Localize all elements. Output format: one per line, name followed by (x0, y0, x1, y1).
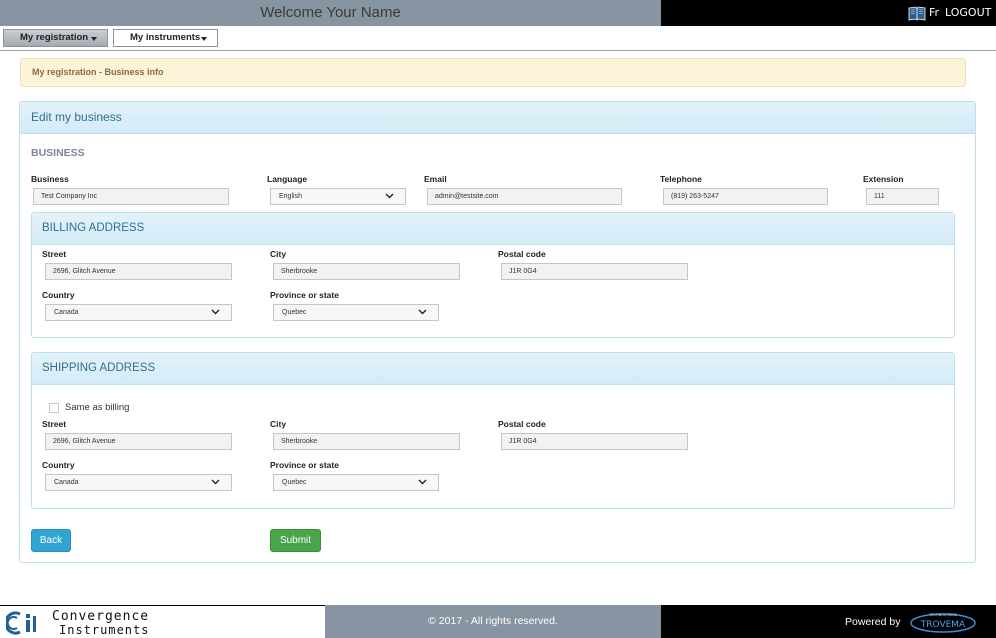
email-label: Email (424, 174, 447, 184)
business-label: Business (31, 174, 69, 184)
language-select[interactable]: English (270, 188, 406, 205)
chevron-down-icon (211, 479, 220, 485)
shipping-city-input[interactable]: Sherbrooke (273, 433, 460, 450)
breadcrumb: My registration - Business info (20, 58, 966, 87)
billing-street-label: Street (42, 249, 67, 259)
billing-city-label: City (270, 249, 287, 259)
section-title-business: BUSINESS (31, 147, 85, 159)
chevron-down-icon (418, 309, 427, 315)
language-label: Language (267, 174, 308, 184)
shipping-address-panel: SHIPPING ADDRESS Same as billing Street … (31, 352, 955, 509)
trovema-small-text: TECHNOLOGIES (928, 613, 957, 617)
billing-address-title: BILLING ADDRESS (32, 213, 954, 245)
shipping-address-title: SHIPPING ADDRESS (32, 353, 954, 385)
caret-down-icon (91, 37, 97, 41)
extension-input[interactable]: 111 (866, 188, 939, 205)
shipping-country-select[interactable]: Canada (45, 474, 232, 491)
chevron-down-icon (418, 479, 427, 485)
powered-by-label: Powered by (845, 616, 901, 628)
telephone-input[interactable]: (819) 263-5247 (663, 188, 828, 205)
language-select-value: English (279, 193, 302, 200)
menu-my-registration-label: My registration (20, 32, 89, 43)
billing-province-label: Province or state (270, 290, 339, 300)
same-as-billing-checkbox[interactable] (49, 403, 59, 413)
billing-province-value: Quebec (282, 309, 307, 316)
copyright-text: © 2017 - All rights reserved. (325, 605, 661, 638)
trovema-text: TROVEMA (920, 620, 966, 630)
welcome-text: Welcome Your Name (0, 0, 661, 26)
telephone-label: Telephone (660, 174, 702, 184)
billing-city-input[interactable]: Sherbrooke (273, 263, 460, 280)
brand-line-1: Convergence (52, 609, 150, 624)
edit-business-panel: Edit my business BUSINESS Business Test … (19, 101, 976, 563)
shipping-postal-input[interactable]: J1R 0G4 (501, 433, 688, 450)
language-toggle-link[interactable]: Fr (929, 6, 939, 19)
footer: Convergence Instruments © 2017 - All rig… (0, 605, 996, 638)
trovema-logo[interactable]: TECHNOLOGIES TROVEMA (909, 610, 977, 634)
billing-postal-input[interactable]: J1R 0G4 (501, 263, 688, 280)
business-input[interactable]: Test Company Inc (33, 188, 229, 205)
shipping-province-value: Quebec (282, 479, 307, 486)
submit-button[interactable]: Submit (270, 529, 321, 552)
book-icon[interactable] (908, 6, 926, 21)
billing-country-value: Canada (54, 309, 79, 316)
logout-link[interactable]: LOGOUT (945, 6, 991, 19)
billing-postal-label: Postal code (498, 249, 546, 259)
powered-by-section: Powered by TECHNOLOGIES TROVEMA (661, 605, 996, 638)
shipping-street-input[interactable]: 2696, Glitch Avenue (45, 433, 232, 450)
menu-my-registration[interactable]: My registration (3, 29, 108, 47)
billing-province-select[interactable]: Quebec (273, 304, 439, 321)
shipping-country-value: Canada (54, 479, 79, 486)
billing-address-panel: BILLING ADDRESS Street 2696, Glitch Aven… (31, 212, 955, 338)
menu-my-instruments-label: My instruments (130, 32, 201, 43)
shipping-province-label: Province or state (270, 460, 339, 470)
back-button[interactable]: Back (31, 529, 71, 552)
convergence-logo-icon (6, 611, 36, 635)
top-bar: Welcome Your Name Fr LOGOUT (0, 0, 996, 26)
chevron-down-icon (211, 309, 220, 315)
menu-my-instruments[interactable]: My instruments (113, 29, 218, 47)
caret-down-icon (201, 37, 207, 41)
shipping-street-label: Street (42, 419, 67, 429)
billing-country-label: Country (42, 290, 75, 300)
panel-title: Edit my business (20, 102, 975, 134)
menu-bar: My registration My instruments (0, 27, 996, 51)
billing-street-input[interactable]: 2696, Glitch Avenue (45, 263, 232, 280)
email-input[interactable]: admin@testsite.com (427, 188, 622, 205)
chevron-down-icon (385, 193, 394, 199)
shipping-postal-label: Postal code (498, 419, 546, 429)
same-as-billing-label[interactable]: Same as billing (65, 402, 129, 413)
shipping-city-label: City (270, 419, 287, 429)
brand-line-2: Instruments (59, 623, 150, 637)
top-bar-right: Fr LOGOUT (661, 0, 996, 26)
shipping-province-select[interactable]: Quebec (273, 474, 439, 491)
extension-label: Extension (863, 174, 904, 184)
convergence-logo: Convergence Instruments (0, 605, 325, 638)
shipping-country-label: Country (42, 460, 75, 470)
billing-country-select[interactable]: Canada (45, 304, 232, 321)
